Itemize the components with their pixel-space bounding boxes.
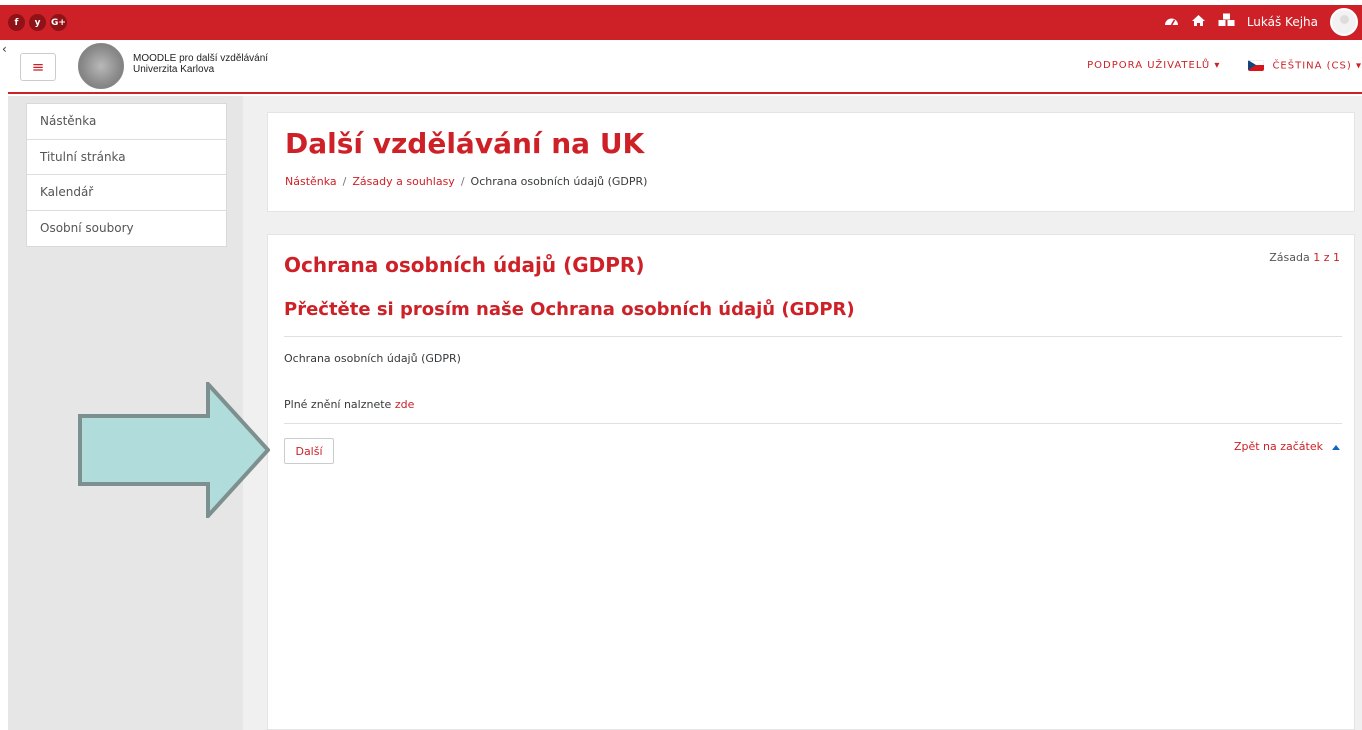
policy-counter-total: 1 xyxy=(1333,251,1340,264)
breadcrumb-separator: / xyxy=(342,175,347,188)
policy-title: Ochrana osobních údajů (GDPR) xyxy=(284,253,645,277)
brand-line-1: MOODLE pro další vzdělávání xyxy=(133,53,269,64)
facebook-icon[interactable]: f xyxy=(8,14,25,31)
breadcrumb-separator: / xyxy=(460,175,465,188)
page-header: Další vzdělávání na UK Nástěnka / Zásady a… xyxy=(267,112,1355,212)
back-chevron-icon[interactable]: ‹ xyxy=(2,42,7,56)
user-name[interactable]: Lukáš Kejha xyxy=(1247,15,1318,29)
arrow-up-icon xyxy=(1332,444,1340,450)
language-label: ČEŠTINA (CS) ▾ xyxy=(1272,60,1362,72)
university-logo[interactable] xyxy=(78,43,124,89)
policy-counter: Zásada 1 z 1 xyxy=(1269,251,1340,264)
policy-subtitle: Přečtěte si prosím naše Ochrana osobních… xyxy=(284,299,855,320)
social-links: f y G+ xyxy=(8,14,67,31)
policy-full-text-link[interactable]: zde xyxy=(395,398,415,411)
next-button[interactable]: Další xyxy=(284,438,334,464)
sidebar-item-private-files[interactable]: Osobní soubory xyxy=(27,211,226,247)
twitter-icon[interactable]: y xyxy=(29,14,46,31)
czech-flag-icon xyxy=(1248,60,1265,71)
policy-counter-of: z xyxy=(1323,251,1330,264)
divider xyxy=(284,423,1342,424)
policy-counter-current: 1 xyxy=(1313,251,1321,264)
back-to-top-label: Zpět na začátek xyxy=(1233,440,1323,453)
policy-full-text-prefix: Plné znění nalznete xyxy=(284,398,392,411)
back-to-top-link[interactable]: Zpět na začátek xyxy=(1234,440,1340,453)
policy-full-text-line: Plné znění nalznete zde xyxy=(284,398,414,411)
sidebar-item-calendar[interactable]: Kalendář xyxy=(27,175,226,211)
language-menu[interactable]: ČEŠTINA (CS) ▾ xyxy=(1248,60,1362,72)
sidebar-item-dashboard[interactable]: Nástěnka xyxy=(27,104,226,140)
top-bar: f y G+ Lukáš Kejha xyxy=(0,0,1362,40)
annotation-arrow-icon xyxy=(78,382,270,518)
dashboard-icon[interactable] xyxy=(1164,14,1179,31)
nav-menu: PODPORA UŽIVATELŮ ▾ ČEŠTINA (CS) ▾ xyxy=(1087,60,1362,72)
policy-summary: Ochrana osobních údajů (GDPR) xyxy=(284,352,461,365)
page-title: Další vzdělávání na UK xyxy=(285,127,645,160)
support-menu[interactable]: PODPORA UŽIVATELŮ ▾ xyxy=(1087,60,1220,71)
user-area: Lukáš Kejha xyxy=(1164,8,1358,36)
policy-card: Ochrana osobních údajů (GDPR) Zásada 1 z… xyxy=(267,234,1355,730)
breadcrumb: Nástěnka / Zásady a souhlasy / Ochrana osobn… xyxy=(285,175,647,188)
nav-drawer: Nástěnka Titulní stránka Kalendář Osobní… xyxy=(26,103,227,247)
google-plus-icon[interactable]: G+ xyxy=(50,14,67,31)
breadcrumb-dashboard[interactable]: Nástěnka xyxy=(285,175,337,188)
brand-line-2: Univerzita Karlova xyxy=(133,64,215,75)
drawer-toggle-button[interactable]: ≡ xyxy=(20,53,56,81)
sidebar-item-site-home[interactable]: Titulní stránka xyxy=(27,140,226,175)
avatar[interactable] xyxy=(1330,8,1358,36)
site-brand[interactable]: MOODLE pro další vzdělávání Univerzita K… xyxy=(133,53,268,75)
divider xyxy=(284,336,1342,337)
breadcrumb-policies[interactable]: Zásady a souhlasy xyxy=(352,175,454,188)
cubes-icon[interactable] xyxy=(1218,13,1235,31)
policy-counter-prefix: Zásada xyxy=(1269,251,1310,264)
home-icon[interactable] xyxy=(1191,14,1206,31)
navbar: ≡ MOODLE pro další vzdělávání Univerzita… xyxy=(8,40,1362,94)
breadcrumb-current: Ochrana osobních údajů (GDPR) xyxy=(470,175,648,188)
